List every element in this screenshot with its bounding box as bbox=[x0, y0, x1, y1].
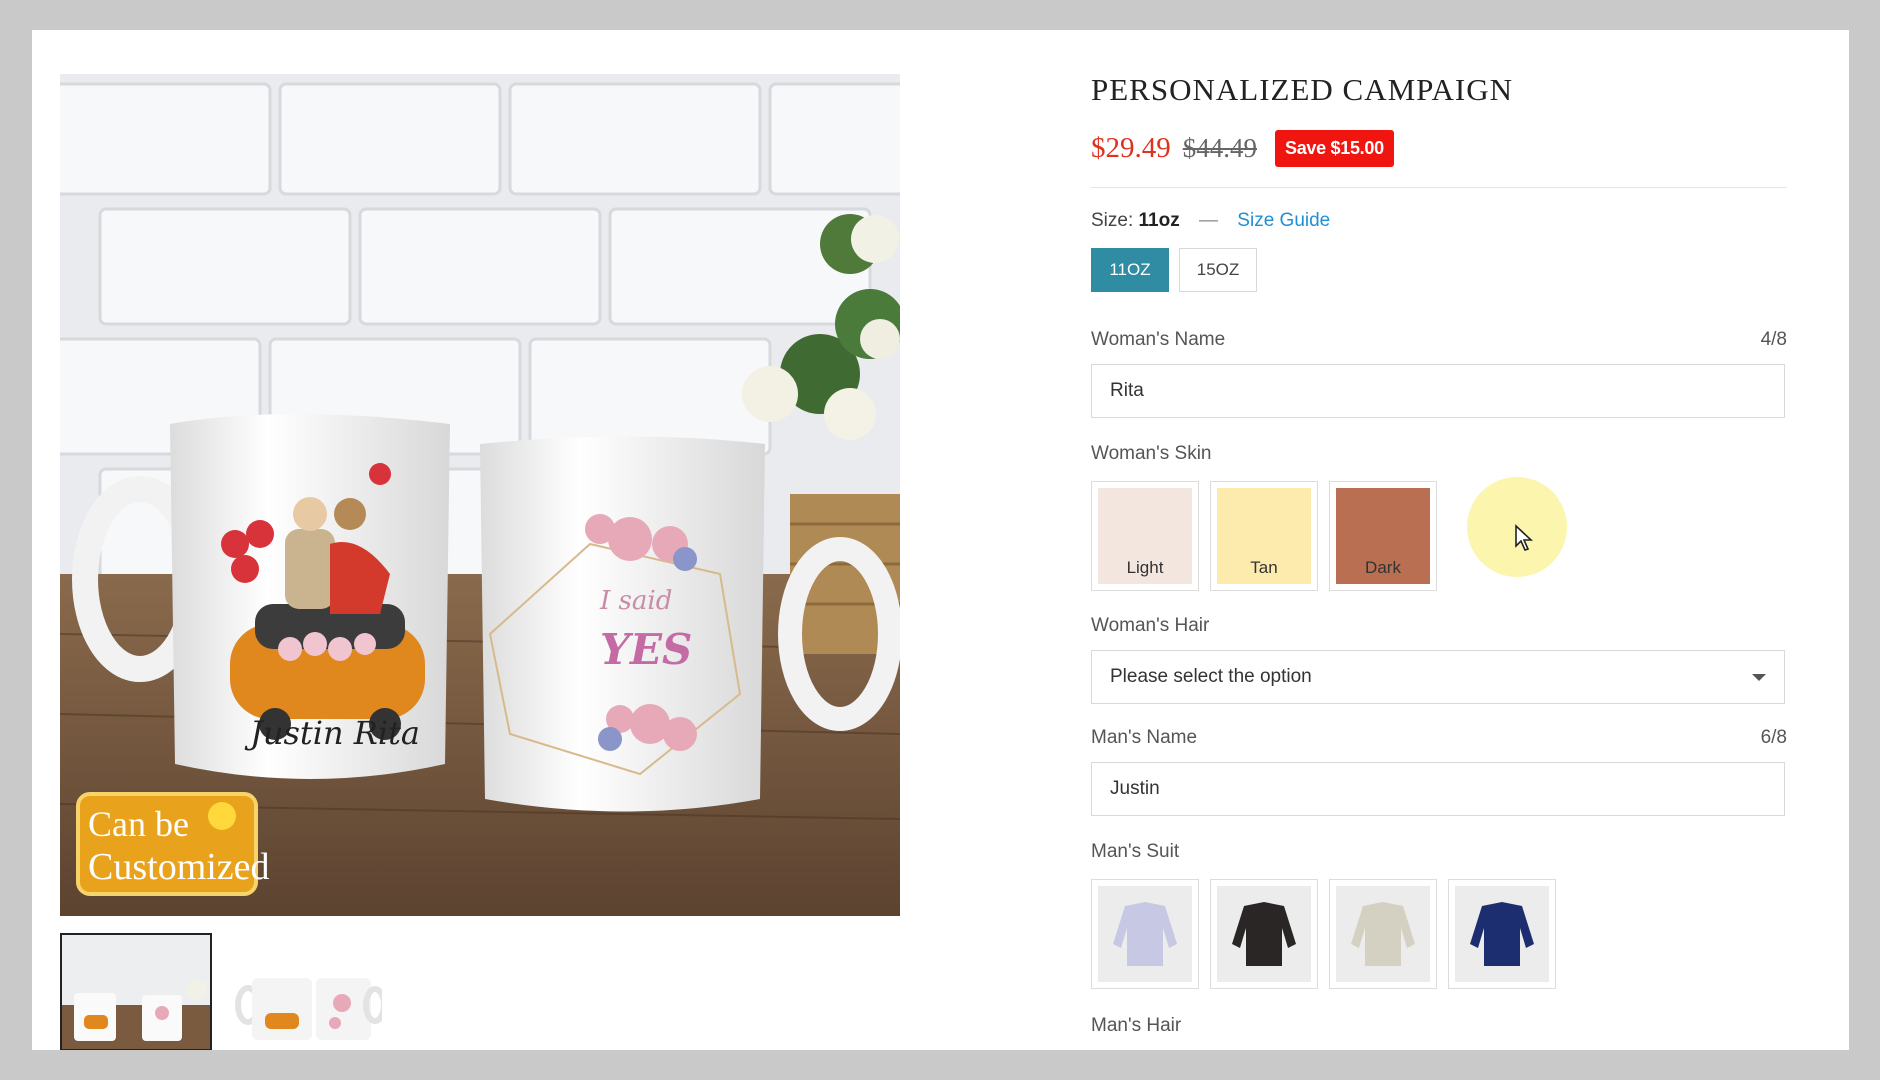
suit-swatch-beige[interactable] bbox=[1329, 879, 1437, 989]
skin-swatch-label: Light bbox=[1126, 558, 1164, 577]
bottom-frame bbox=[0, 1050, 1880, 1080]
size-dash: — bbox=[1199, 210, 1219, 231]
woman-hair-label-row: Woman's Hair bbox=[1091, 615, 1787, 637]
suit-navy-icon bbox=[1455, 886, 1549, 982]
customize-badge: Can be Customized bbox=[76, 792, 270, 896]
thumbnail-2[interactable] bbox=[230, 933, 382, 1050]
size-value: 11oz bbox=[1138, 210, 1180, 231]
man-name-counter: 6/8 bbox=[1760, 727, 1787, 748]
skin-swatch-tan[interactable]: Tan bbox=[1210, 481, 1318, 591]
badge-line2: Customized bbox=[88, 846, 270, 888]
suit-swatch-lavender[interactable] bbox=[1091, 879, 1199, 989]
man-suit-label: Man's Suit bbox=[1091, 841, 1180, 862]
mug-phrase-line1: I said bbox=[599, 586, 672, 616]
woman-skin-label: Woman's Skin bbox=[1091, 443, 1212, 464]
size-line: Size: 11oz — Size Guide bbox=[1091, 210, 1787, 232]
skin-swatch-dark[interactable]: Dark bbox=[1329, 481, 1437, 591]
suit-swatch-black[interactable] bbox=[1210, 879, 1318, 989]
suit-lavender-icon bbox=[1098, 886, 1192, 982]
mug-phrase-line2: YES bbox=[600, 625, 692, 674]
woman-name-label-row: Woman's Name 4/8 bbox=[1091, 329, 1787, 351]
man-hair-label-row: Man's Hair bbox=[1091, 1015, 1787, 1037]
badge-line1: Can be bbox=[88, 804, 189, 844]
price-row: $29.49 $44.49 Save $15.00 bbox=[1091, 130, 1787, 167]
skin-swatch-dark-fill: Dark bbox=[1336, 488, 1430, 584]
man-suit-label-row: Man's Suit bbox=[1091, 841, 1787, 863]
skin-swatch-label: Dark bbox=[1365, 558, 1401, 577]
size-label: Size: bbox=[1091, 210, 1134, 231]
original-price: $44.49 bbox=[1182, 133, 1257, 163]
man-name-label: Man's Name bbox=[1091, 727, 1198, 748]
main-product-image[interactable]: Justin Rita I said YES Can be Customized bbox=[60, 74, 900, 916]
product-page: Justin Rita I said YES Can be Customized bbox=[32, 30, 1849, 1050]
sale-price: $29.49 bbox=[1091, 132, 1171, 164]
suit-swatch-navy[interactable] bbox=[1448, 879, 1556, 989]
man-name-input[interactable] bbox=[1091, 762, 1785, 816]
divider bbox=[1091, 187, 1787, 188]
man-name-label-row: Man's Name 6/8 bbox=[1091, 727, 1787, 749]
woman-hair-select[interactable]: Please select the option bbox=[1091, 650, 1785, 704]
thumbnail-1[interactable] bbox=[60, 933, 212, 1050]
woman-skin-swatches: Light Tan Dark bbox=[1091, 481, 1787, 591]
save-badge: Save $15.00 bbox=[1275, 130, 1394, 167]
mouse-pointer-icon bbox=[1514, 524, 1534, 557]
woman-hair-select-value: Please select the option bbox=[1110, 666, 1312, 687]
skin-swatch-label: Tan bbox=[1250, 558, 1278, 577]
product-title: PERSONALIZED CAMPAIGN bbox=[1091, 72, 1514, 107]
suit-beige-icon bbox=[1336, 886, 1430, 982]
man-hair-label: Man's Hair bbox=[1091, 1015, 1182, 1036]
size-guide-link[interactable]: Size Guide bbox=[1237, 210, 1330, 231]
man-suit-swatches bbox=[1091, 879, 1787, 989]
skin-swatch-light-fill: Light bbox=[1098, 488, 1192, 584]
mug-names-text: Justin Rita bbox=[244, 714, 420, 752]
woman-name-counter: 4/8 bbox=[1760, 329, 1787, 350]
size-option-11oz[interactable]: 11OZ bbox=[1091, 248, 1169, 292]
product-info: PERSONALIZED CAMPAIGN $29.49 $44.49 Save… bbox=[1091, 72, 1787, 1037]
skin-swatch-tan-fill: Tan bbox=[1217, 488, 1311, 584]
size-option-15oz[interactable]: 15OZ bbox=[1179, 248, 1257, 292]
woman-skin-label-row: Woman's Skin bbox=[1091, 443, 1787, 465]
skin-swatch-light[interactable]: Light bbox=[1091, 481, 1199, 591]
woman-name-input[interactable] bbox=[1091, 364, 1785, 418]
woman-hair-label: Woman's Hair bbox=[1091, 615, 1210, 636]
size-options: 11OZ 15OZ bbox=[1091, 248, 1787, 292]
suit-black-icon bbox=[1217, 886, 1311, 982]
woman-name-label: Woman's Name bbox=[1091, 329, 1226, 350]
chevron-down-icon bbox=[1752, 673, 1766, 681]
